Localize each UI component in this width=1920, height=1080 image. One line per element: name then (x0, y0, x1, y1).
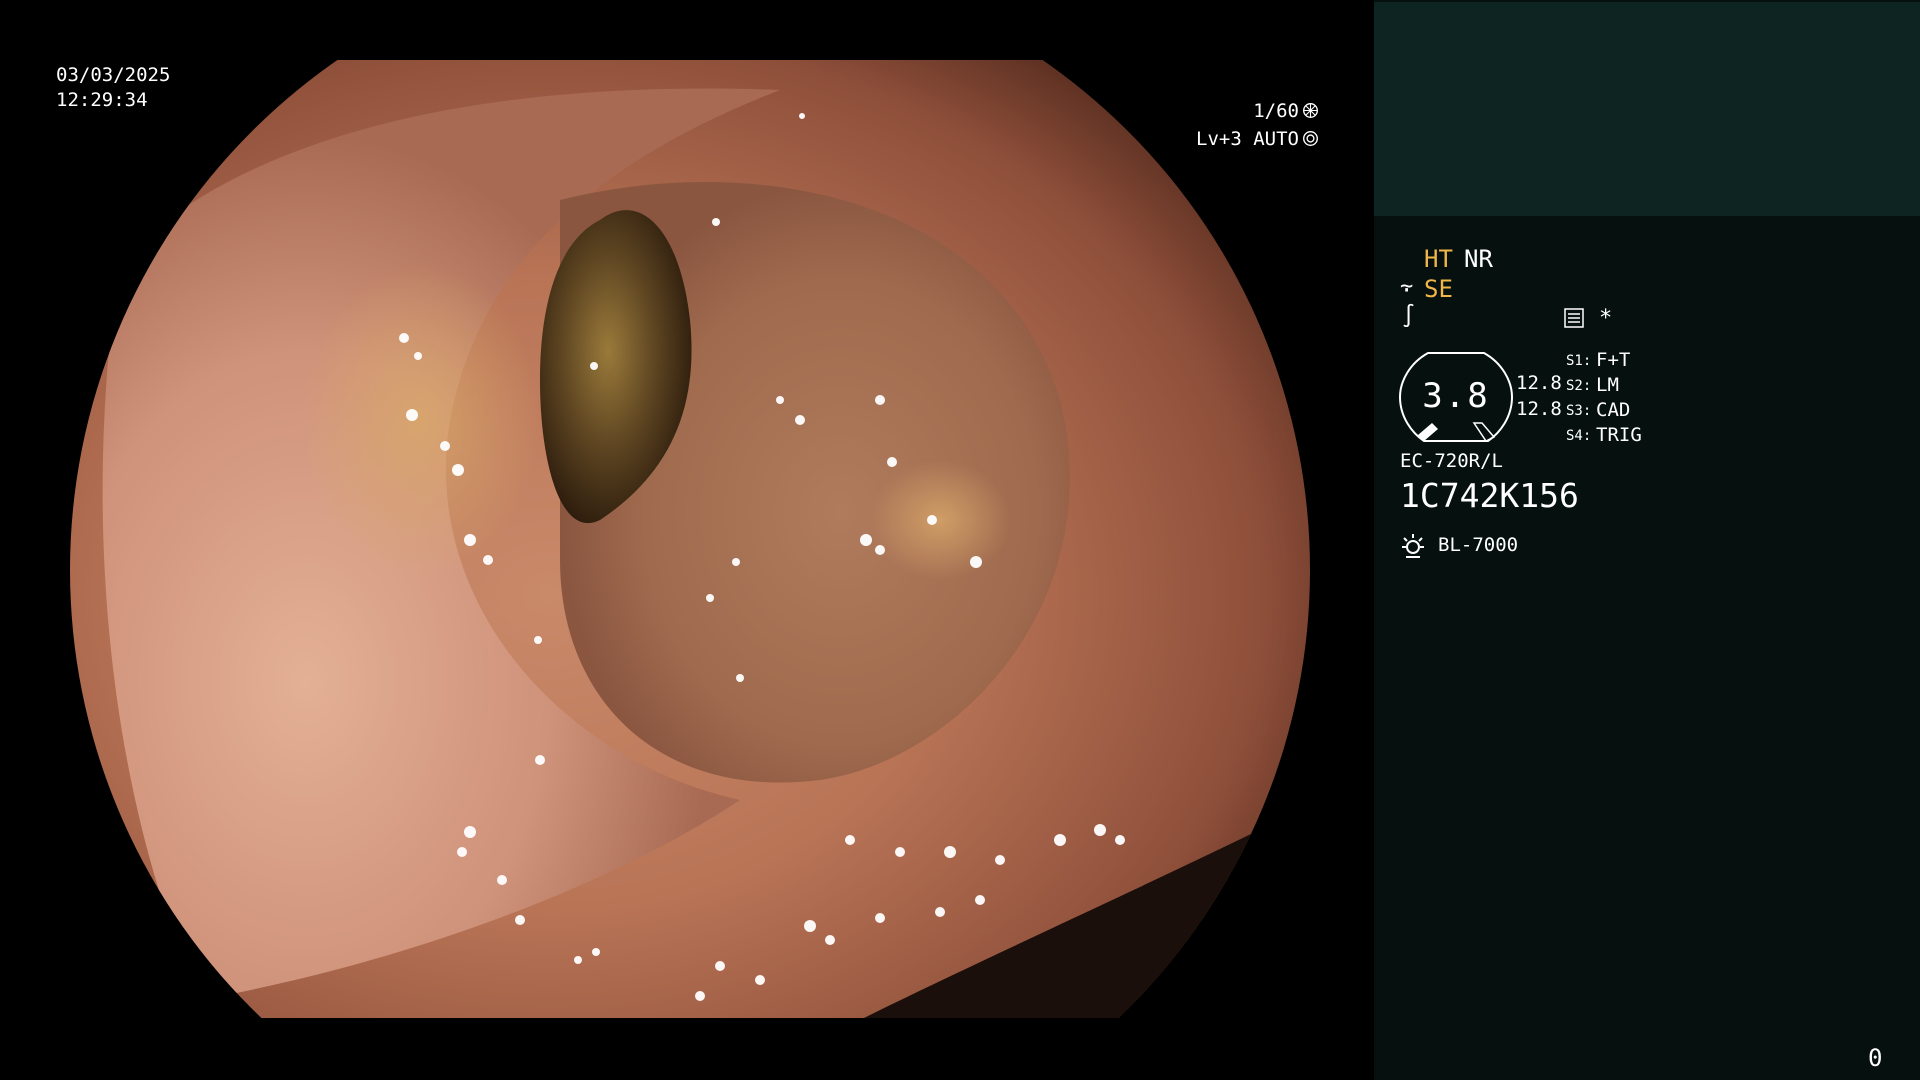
endoscope-viewport: 03/03/2025 12:29:34 1/60 Lv+3 AUTO (0, 0, 1374, 1080)
scope-serial: 1C742K156 (1400, 476, 1579, 515)
switch-2-value: LM (1596, 374, 1619, 396)
gauge-value: 3.8 (1422, 376, 1490, 416)
switch-2-key: S2: (1566, 378, 1592, 394)
exam-date: 03/03/2025 (56, 64, 171, 86)
color-mode-icon: ∫ (1402, 304, 1416, 329)
panel-header-area (1374, 2, 1920, 216)
switch-3-key: S3: (1566, 403, 1592, 419)
light-source-label: BL-7000 (1438, 534, 1519, 556)
shutter-icon (1303, 103, 1318, 118)
image-counter: 0 (1868, 1044, 1883, 1072)
se-indicator: SE (1424, 275, 1453, 303)
switch-1-key: S1: (1566, 353, 1592, 369)
auto-iris-icon (1303, 131, 1318, 146)
lamp-icon (1402, 534, 1424, 558)
endoscopic-image (70, 60, 1310, 1018)
structure-enhance-icon: ⸟ (1400, 274, 1414, 299)
exposure-value: Lv+3 AUTO (1196, 128, 1299, 150)
exam-time: 12:29:34 (56, 89, 148, 111)
switch-4-value: TRIG (1596, 424, 1642, 446)
switch-3-value: CAD (1596, 399, 1631, 421)
exposure-setting: Lv+3 AUTO (1196, 130, 1319, 149)
gauge-side-value-bottom: 12.8 (1516, 398, 1562, 420)
nr-indicator: NR (1464, 245, 1493, 273)
asterisk-indicator: * (1599, 306, 1613, 331)
shutter-speed: 1/60 (1253, 102, 1319, 121)
info-panel: HT NR ⸟ SE ∫ * 3.8 12.8 12.8 S1: F+T S2:… (1374, 0, 1920, 1080)
menu-icon (1564, 308, 1584, 328)
switch-1-value: F+T (1596, 349, 1631, 371)
scope-model: EC-720R/L (1400, 450, 1503, 472)
shutter-speed-value: 1/60 (1253, 100, 1299, 122)
switch-4-key: S4: (1566, 428, 1592, 444)
ht-indicator: HT (1424, 245, 1453, 273)
gauge-side-value-top: 12.8 (1516, 372, 1562, 394)
